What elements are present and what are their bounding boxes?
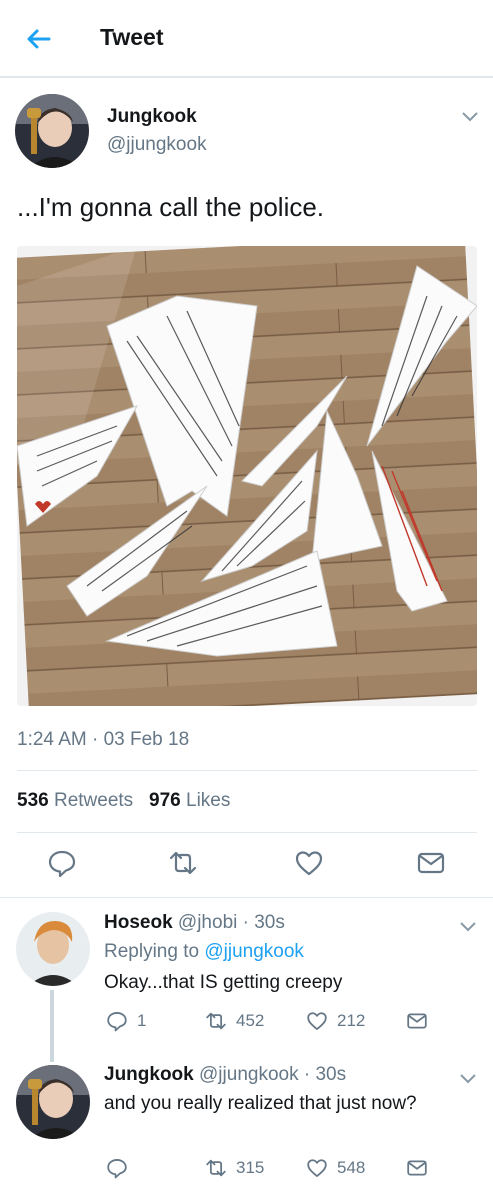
chevron-down-icon[interactable] [461,110,479,122]
like-count: 548 [337,1158,366,1177]
reply-button[interactable] [106,1156,137,1180]
divider [17,770,477,771]
retweet-button[interactable]: 452 [205,1009,264,1033]
retweet-count: 315 [236,1158,265,1177]
chevron-down-icon[interactable] [459,1072,477,1084]
top-bar: Tweet [0,0,493,78]
retweet-count: 452 [236,1011,265,1030]
page-title: Tweet [100,24,164,50]
message-icon[interactable] [406,1010,428,1032]
tweet-timestamp: 1:24 AM · 03 Feb 18 [17,729,190,750]
reply-meta: @jjungkook · 30s [199,1064,347,1085]
likes-count[interactable]: 976 [149,790,181,811]
like-icon[interactable] [306,1010,328,1032]
retweets-label[interactable]: Retweets [54,790,133,811]
reply-text: Okay...that IS getting creepy [104,972,343,993]
like-icon[interactable] [294,848,324,878]
retweets-count[interactable]: 536 [17,790,49,811]
author-avatar[interactable] [15,94,89,168]
reply-avatar[interactable] [16,1065,90,1139]
retweet-icon[interactable] [205,1010,227,1032]
back-arrow-icon[interactable] [22,22,56,56]
message-icon[interactable] [406,1157,428,1179]
replying-to-link[interactable]: @jjungkook [204,941,304,962]
reply-button[interactable]: 1 [106,1009,146,1033]
reply-text: and you really realized that just now? [104,1093,417,1114]
retweet-button[interactable]: 315 [205,1156,264,1180]
like-button[interactable]: 212 [306,1009,365,1033]
reply-count: 1 [137,1011,147,1030]
chevron-down-icon[interactable] [459,920,477,932]
tweet-text: ...I'm gonna call the police. [17,192,325,222]
divider [17,832,477,833]
reply-header: Hoseok @jhobi · 30s [104,912,285,934]
tweet-photo[interactable] [17,246,477,706]
reply-icon[interactable] [106,1157,128,1179]
replying-prefix: Replying to [104,941,200,962]
like-count: 212 [337,1011,366,1030]
reply-avatar[interactable] [16,912,90,986]
retweet-icon[interactable] [168,848,198,878]
reply-author-name[interactable]: Hoseok [104,912,173,933]
divider [0,897,493,898]
message-button[interactable] [406,1009,437,1033]
reply-icon[interactable] [106,1010,128,1032]
message-icon[interactable] [416,848,446,878]
retweet-icon[interactable] [205,1157,227,1179]
reply-icon[interactable] [47,848,77,878]
author-handle[interactable]: @jjungkook [107,134,207,156]
engagement-stats: 536 Retweets 976 Likes [17,790,230,812]
message-button[interactable] [406,1156,437,1180]
like-icon[interactable] [306,1157,328,1179]
reply-meta: @jhobi · 30s [177,912,285,933]
author-name[interactable]: Jungkook [107,106,197,128]
like-button[interactable]: 548 [306,1156,365,1180]
reply-header: Jungkook @jjungkook · 30s [104,1064,346,1086]
reply-author-name[interactable]: Jungkook [104,1064,194,1085]
likes-label[interactable]: Likes [186,790,230,811]
replying-to: Replying to @jjungkook [104,941,304,963]
thread-line [50,990,54,1062]
